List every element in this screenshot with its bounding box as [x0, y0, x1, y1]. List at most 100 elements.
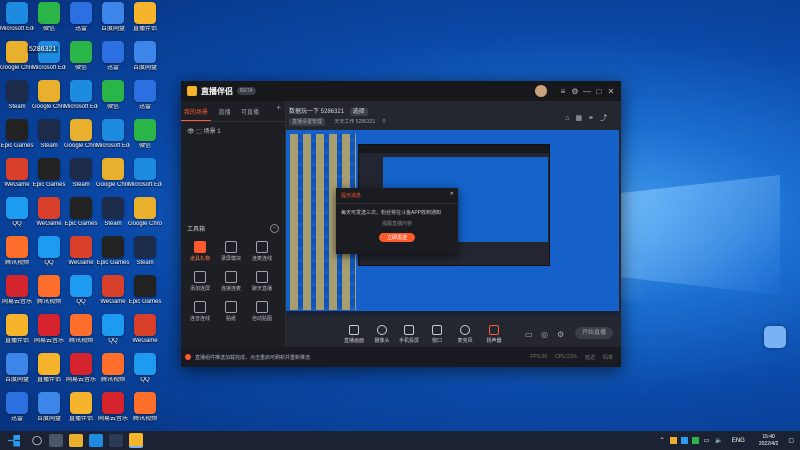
tool-record[interactable]: 录屏模块 — [217, 241, 245, 262]
desktop-icon[interactable]: QQ — [0, 197, 34, 228]
mirror-icon[interactable]: ◎ — [541, 330, 548, 339]
desktop-icon[interactable]: Steam — [128, 236, 162, 267]
desktop-icon[interactable]: 腾讯视频 — [64, 314, 98, 345]
desktop-icon[interactable]: 网易云音乐 — [32, 314, 66, 345]
desktop-icon[interactable]: QQ — [64, 275, 98, 306]
desktop-icon[interactable]: Steam — [96, 197, 130, 228]
steam-icon[interactable] — [109, 434, 124, 447]
tool-auto[interactable]: 自动贴图 — [248, 301, 276, 322]
ctrl-mic[interactable]: 麦克风 — [454, 325, 476, 344]
live-assistant-task-icon[interactable] — [129, 433, 144, 448]
ctrl-phone[interactable]: 手机投屏 — [398, 325, 420, 344]
notification-icon[interactable]: ▢ — [788, 437, 794, 444]
start-live-button[interactable]: 开始直播 — [575, 327, 613, 339]
desktop-icon[interactable]: QQ — [96, 314, 130, 345]
network-icon[interactable]: ▭ — [704, 437, 710, 444]
room-tag[interactable]: 选择 — [349, 108, 368, 116]
desktop-icon[interactable]: 腾讯视频 — [0, 236, 34, 267]
desktop-icon[interactable]: 百度网盘 — [0, 353, 34, 384]
link-icon[interactable]: ⚭ — [588, 115, 600, 122]
tool-screen[interactable]: 添加连屏 — [186, 271, 214, 292]
desktop-icon[interactable]: 直播伴侣 — [0, 314, 34, 345]
tray-expand-icon[interactable]: ⌃ — [660, 437, 665, 444]
desktop-icon[interactable]: Epic Games — [64, 197, 98, 228]
desktop-icon[interactable]: QQ — [32, 236, 66, 267]
desktop-icon[interactable]: 腾讯视频 — [128, 392, 162, 423]
desktop-icon[interactable]: Epic Games — [96, 236, 130, 267]
desktop-icon[interactable]: 网易云音乐 — [64, 353, 98, 384]
ctrl-window[interactable]: 窗口 — [426, 325, 448, 344]
tab-can-live[interactable]: 可直播 — [238, 103, 262, 120]
desktop-icon[interactable]: 直播伴侣 — [32, 353, 66, 384]
dialog-send-button[interactable]: 立即发送 — [379, 233, 415, 242]
desktop-icon[interactable]: 迅雷 — [0, 392, 34, 423]
dialog-close-icon[interactable]: ✕ — [450, 191, 454, 197]
record-toggle-icon[interactable]: ▭ — [525, 330, 533, 339]
desktop-icon[interactable]: 微信 — [64, 41, 98, 72]
desktop-icon[interactable]: Microsoft Edge — [64, 80, 98, 111]
desktop-icon[interactable]: 微信 — [32, 2, 66, 33]
scene-item[interactable]: 👁 ⬚ 场景 1 — [181, 122, 285, 139]
desktop-icon[interactable]: WeGame — [0, 158, 34, 189]
desktop-icon[interactable]: WeGame — [128, 314, 162, 345]
desktop-icon[interactable]: 腾讯视频 — [32, 275, 66, 306]
preview-dialog[interactable]: 提示消息 ✕ 每天可发送三次，粉丝将在斗鱼APP收到通知 提醒直播内容 立即发送 — [336, 188, 458, 254]
feishu-icon[interactable] — [764, 326, 786, 348]
desktop-icon[interactable]: Google Chrome — [32, 80, 66, 111]
desktop-icon[interactable]: WeGame — [32, 197, 66, 228]
tray-app-icon[interactable] — [680, 437, 688, 444]
desktop-icon[interactable]: 网易云音乐 — [0, 275, 34, 306]
desktop-icon[interactable]: WeGame — [96, 275, 130, 306]
desktop-icon[interactable]: Google Chrome — [96, 158, 130, 189]
edge-icon[interactable] — [89, 434, 104, 447]
tool-sticker[interactable]: 贴纸 — [217, 301, 245, 322]
desktop-icon[interactable]: 迅雷 — [64, 2, 98, 33]
file-explorer-icon[interactable] — [69, 434, 84, 447]
desktop-icon[interactable]: Microsoft Edge — [96, 119, 130, 150]
menu-icon[interactable]: ≡ — [557, 87, 569, 96]
desktop-icon[interactable]: Microsoft Edge — [0, 2, 34, 33]
desktop-icon[interactable]: 百度网盘 — [32, 392, 66, 423]
ctrl-speaker[interactable]: 扬声器 — [483, 325, 505, 344]
tab-live[interactable]: 直播 — [215, 103, 233, 120]
clock[interactable]: 15:40 2022/4/2 — [759, 434, 778, 448]
desktop-icon[interactable]: Epic Games — [32, 158, 66, 189]
desktop-icon[interactable]: 微信 — [128, 119, 162, 150]
share-icon[interactable]: ⤴ — [600, 115, 613, 122]
desktop-icon[interactable]: 百度网盘 — [128, 41, 162, 72]
live-preview[interactable]: 提示消息 ✕ 每天可发送三次，粉丝将在斗鱼APP收到通知 提醒直播内容 立即发送 — [286, 130, 619, 316]
minimize-button[interactable]: — — [581, 87, 593, 96]
desktop-icon[interactable]: 迅雷 — [96, 41, 130, 72]
avatar[interactable] — [535, 85, 547, 97]
ctrl-screen[interactable]: 直播画面 — [343, 325, 365, 344]
task-view-icon[interactable] — [49, 434, 64, 447]
desktop-icon[interactable]: 网易云音乐 — [96, 392, 130, 423]
eye-icon[interactable]: 👁 — [187, 129, 195, 135]
volume-icon[interactable]: 🔈 — [715, 437, 722, 444]
live-assistant-window[interactable]: 直播伴侣 BETA ≡ ⚙ — □ ✕ 我的场景 直播 可直播 + 👁 ⬚ 场景… — [181, 81, 621, 367]
tool-audio[interactable]: 连音连线 — [186, 301, 214, 322]
desktop-icon[interactable]: Microsoft Edge — [128, 158, 162, 189]
tool-gift[interactable]: 道具礼物 — [186, 241, 214, 262]
collapse-icon[interactable]: − — [270, 224, 279, 233]
grid-icon[interactable]: ▦ — [576, 115, 589, 122]
search-icon[interactable]: ◯ — [32, 435, 42, 446]
desktop-icon[interactable]: Steam — [32, 119, 66, 150]
desktop-icon[interactable]: 微信 — [96, 80, 130, 111]
desktop-icon[interactable]: Epic Games — [0, 119, 34, 150]
tool-mic[interactable]: 连麦连线 — [248, 241, 276, 262]
desktop-icon[interactable]: Epic Games — [128, 275, 162, 306]
ctrl-camera[interactable]: 摄像头 — [371, 325, 393, 344]
tray-app-icon[interactable] — [669, 437, 677, 444]
desktop-icon[interactable]: Google Chrome — [128, 197, 162, 228]
title-bar[interactable]: 直播伴侣 BETA ≡ ⚙ — □ ✕ — [181, 81, 621, 101]
desktop-icon[interactable]: QQ — [128, 353, 162, 384]
desktop-icon[interactable]: 迅雷 — [128, 80, 162, 111]
settings-link[interactable]: 直播设置管理 — [289, 118, 326, 126]
maximize-button[interactable]: □ — [593, 87, 605, 96]
desktop-icon[interactable]: Steam — [0, 80, 34, 111]
desktop-icon[interactable]: Steam — [64, 158, 98, 189]
desktop-icon[interactable]: WeGame — [64, 236, 98, 267]
add-icon[interactable]: + — [272, 101, 285, 114]
tab-my-scenes[interactable]: 我的场景 — [181, 103, 212, 121]
